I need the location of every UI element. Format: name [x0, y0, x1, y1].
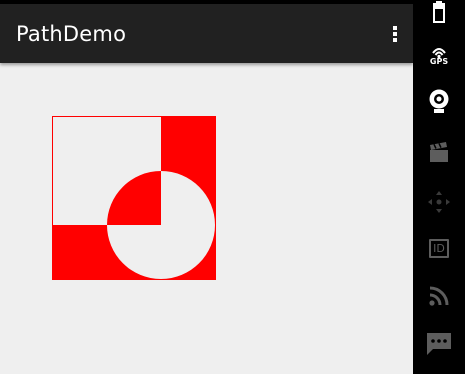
dpad-button[interactable]: [423, 186, 455, 218]
drawing-canvas: [0, 63, 413, 374]
app-screen: PathDemo: [0, 0, 413, 374]
id-button[interactable]: ID: [423, 232, 455, 264]
sms-button[interactable]: [423, 328, 455, 360]
webcam-button[interactable]: [423, 86, 455, 118]
top-right-block: [161, 116, 216, 171]
id-icon: ID: [429, 238, 449, 258]
sms-icon: [427, 333, 451, 355]
rss-icon: [429, 286, 449, 306]
circle-quarter: [107, 171, 161, 225]
webcam-icon: [429, 89, 449, 113]
path-drawing: [52, 116, 216, 280]
media-button[interactable]: [423, 136, 455, 168]
overflow-menu-button[interactable]: [383, 20, 407, 48]
battery-icon: [433, 1, 445, 23]
rss-button[interactable]: [423, 280, 455, 312]
action-bar: PathDemo: [0, 4, 413, 63]
gps-button[interactable]: GPS: [423, 38, 455, 70]
battery-button[interactable]: [423, 0, 455, 30]
dpad-icon: [428, 191, 450, 213]
movie-clapper-icon: [430, 142, 448, 162]
app-title: PathDemo: [16, 22, 127, 46]
gps-label: GPS: [429, 57, 449, 66]
emulator-side-panel: GPS ID: [413, 0, 465, 374]
